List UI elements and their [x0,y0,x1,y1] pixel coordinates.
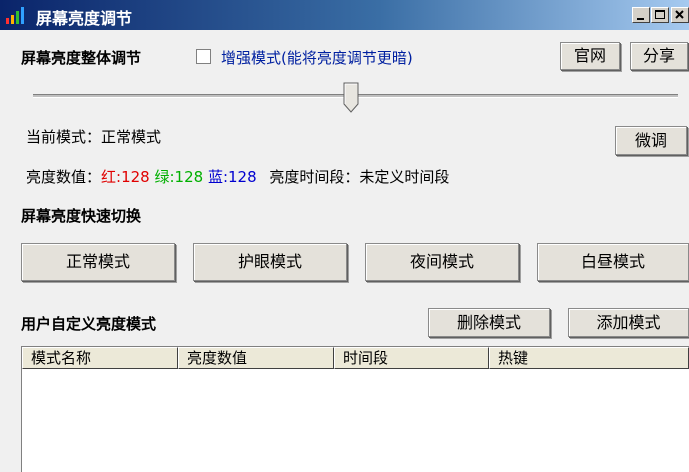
brightness-value-label: 亮度数值： [26,168,102,186]
title-bar: 屏幕亮度调节 [0,0,689,30]
quick-switch-heading: 屏幕亮度快速切换 [21,207,142,225]
close-button[interactable] [671,7,689,23]
column-mode-name[interactable]: 模式名称 [22,347,178,369]
blue-value: 蓝:128 [207,168,257,186]
window-title: 屏幕亮度调节 [36,9,133,28]
column-brightness-value[interactable]: 亮度数值 [178,347,334,369]
add-mode-button[interactable]: 添加模式 [568,308,689,337]
daylight-mode-button[interactable]: 白昼模式 [537,243,689,281]
brightness-bars-icon [6,7,24,24]
custom-modes-list[interactable]: 模式名称 亮度数值 时间段 热键 [21,346,689,472]
close-icon [675,10,684,19]
minimize-icon [637,18,644,20]
red-value: 红:128 [101,168,150,186]
current-mode-text: 当前模式：正常模式 [26,128,162,146]
brightness-slider-thumb[interactable] [343,82,361,114]
overall-brightness-heading: 屏幕亮度整体调节 [21,49,142,67]
official-site-button[interactable]: 官网 [560,42,620,70]
maximize-button[interactable] [651,7,669,23]
eye-care-mode-button[interactable]: 护眼模式 [193,243,347,281]
normal-mode-button[interactable]: 正常模式 [21,243,175,281]
green-value: 绿:128 [154,168,204,186]
enhance-mode-checkbox[interactable] [196,49,211,64]
custom-modes-heading: 用户自定义亮度模式 [21,315,157,333]
maximize-icon [655,10,665,19]
column-time-period[interactable]: 时间段 [334,347,489,369]
list-header: 模式名称 亮度数值 时间段 热键 [22,347,689,369]
brightness-period-text: 亮度时间段：未定义时间段 [269,168,450,186]
share-button[interactable]: 分享 [630,42,688,70]
night-mode-button[interactable]: 夜间模式 [365,243,519,281]
brightness-values-row: 亮度数值：红:128 绿:128 蓝:128 亮度时间段：未定义时间段 [26,166,449,187]
fine-tune-button[interactable]: 微调 [615,126,687,155]
column-hotkey[interactable]: 热键 [489,347,689,369]
enhance-mode-label[interactable]: 增强模式(能将亮度调节更暗) [221,47,413,68]
minimize-button[interactable] [632,7,650,23]
delete-mode-button[interactable]: 删除模式 [428,308,550,337]
